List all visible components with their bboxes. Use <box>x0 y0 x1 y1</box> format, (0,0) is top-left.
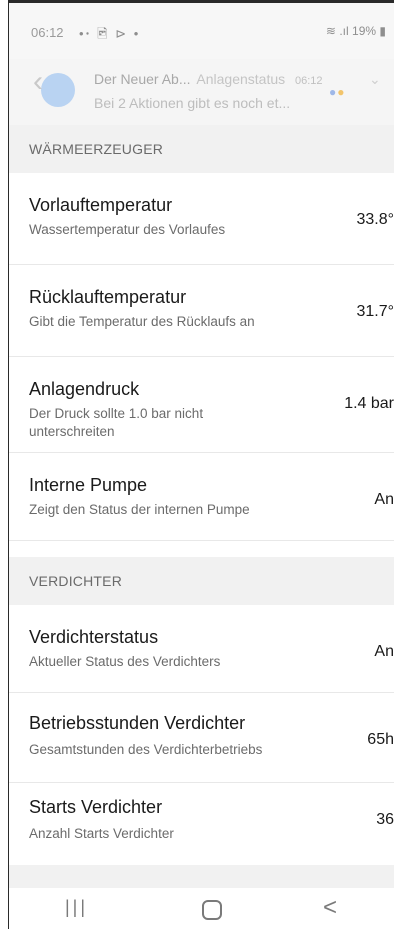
app-screen: 06:12 •ꞏ 🖻 ⊳ • ≋ .ıl 19% ▮ ‹ Der Neuer A… <box>8 0 394 929</box>
battery-icon: ▮ <box>379 24 386 38</box>
row-value: An <box>374 491 394 508</box>
row-value: An <box>374 643 394 660</box>
row-subtitle: Wassertemperatur des Vorlaufes <box>29 222 226 237</box>
row-title: Interne Pumpe <box>29 475 148 495</box>
list-item-verdichterstatus[interactable]: Verdichterstatus Aktueller Status des Ve… <box>9 605 394 693</box>
notification-time: 06:12 <box>295 75 323 87</box>
recent-apps-icon[interactable]: ||| <box>65 898 88 916</box>
assistant-icon: ●● <box>329 85 346 99</box>
wifi-icon: ≋ <box>325 24 336 38</box>
row-value: 33.8° <box>356 211 394 228</box>
row-value: 65h <box>367 731 394 748</box>
system-navigation-bar: ||| < <box>9 888 394 929</box>
row-value: 31.7° <box>356 303 394 320</box>
row-subtitle: Aktueller Status des Verdichters <box>29 654 221 669</box>
list-item-vorlauftemperatur[interactable]: Vorlauftemperatur Wassertemperatur des V… <box>9 173 394 265</box>
row-subtitle: Der Druck sollte 1.0 bar nicht unterschr… <box>29 406 204 439</box>
notification-avatar <box>41 73 75 107</box>
signal-icon: .ıl <box>339 24 349 38</box>
list-item-anlagendruck[interactable]: Anlagendruck Der Druck sollte 1.0 bar ni… <box>9 357 394 453</box>
row-value: 36 <box>376 811 394 828</box>
status-bar: 06:12 •ꞏ 🖻 ⊳ • ≋ .ıl 19% ▮ <box>9 3 394 59</box>
list-item-ruecklauftemperatur[interactable]: Rücklauftemperatur Gibt die Temperatur d… <box>9 265 394 357</box>
row-title: Verdichterstatus <box>29 627 159 647</box>
row-title: Anlagendruck <box>29 379 140 399</box>
row-title: Rücklauftemperatur <box>29 287 187 307</box>
row-subtitle: Zeigt den Status der internen Pumpe <box>29 502 250 517</box>
section-header-waermeerzeuger: WÄRMEERZEUGER <box>9 125 394 173</box>
screen-title: Anlagenstatus <box>196 71 286 87</box>
row-subtitle: Gesamtstunden des Verdichterbetriebs <box>29 742 263 757</box>
list-footer-spacer <box>9 865 394 888</box>
row-title: Betriebsstunden Verdichter <box>29 713 246 733</box>
row-subtitle: Gibt die Temperatur des Rücklaufs an <box>29 314 255 329</box>
notification-title-line: Der Neuer Ab... Anlagenstatus 06:12 <box>94 71 323 87</box>
notification-title: Der Neuer Ab... <box>94 71 191 87</box>
status-time: 06:12 <box>31 25 64 40</box>
back-icon[interactable]: < <box>323 896 337 920</box>
chevron-down-icon[interactable]: ⌄ <box>369 71 381 88</box>
notification-banner[interactable]: ‹ Der Neuer Ab... Anlagenstatus 06:12 Be… <box>9 59 394 125</box>
row-subtitle: Anzahl Starts Verdichter <box>29 826 174 841</box>
section-header-verdichter: VERDICHTER <box>9 557 394 605</box>
list-item-starts-verdichter[interactable]: Starts Verdichter Anzahl Starts Verdicht… <box>9 783 394 869</box>
row-title: Vorlauftemperatur <box>29 195 173 215</box>
list-item-betriebsstunden-verdichter[interactable]: Betriebsstunden Verdichter Gesamtstunden… <box>9 693 394 783</box>
status-right: ≋ .ıl 19% ▮ <box>326 24 386 38</box>
back-arrow-icon[interactable]: ‹ <box>33 67 43 97</box>
home-icon[interactable] <box>202 900 222 920</box>
row-title: Starts Verdichter <box>29 797 163 817</box>
battery-level: 19% <box>352 24 377 38</box>
notification-body: Bei 2 Aktionen gibt es noch et... <box>94 95 291 111</box>
list-item-interne-pumpe[interactable]: Interne Pumpe Zeigt den Status der inter… <box>9 453 394 541</box>
row-value: 1.4 bar <box>344 395 394 412</box>
status-notification-icons: •ꞏ 🖻 ⊳ • <box>79 26 141 41</box>
